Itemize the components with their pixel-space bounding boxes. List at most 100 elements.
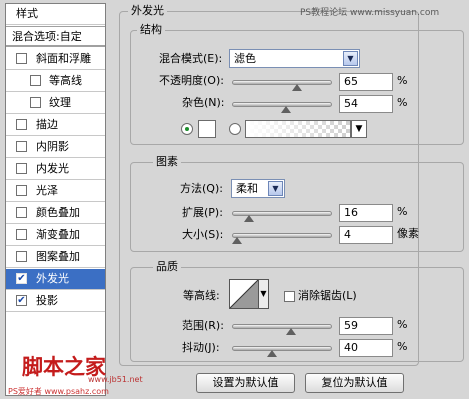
noise-slider-thumb[interactable]	[280, 106, 291, 113]
style-item-drop-shadow[interactable]: ✔ 投影	[6, 291, 105, 312]
noise-unit: %	[397, 96, 408, 109]
spread-slider-thumb[interactable]	[243, 215, 254, 222]
method-label: 方法(Q):	[180, 182, 223, 195]
style-item-label: 描边	[36, 118, 58, 131]
watermark-site: PS爱好者 www.psahz.com	[8, 387, 109, 396]
blend-options-label: 混合选项:自定	[12, 30, 82, 43]
gradient-swatch[interactable]	[245, 120, 351, 138]
gradient-radio[interactable]	[229, 123, 241, 135]
style-item-label: 渐变叠加	[36, 228, 80, 241]
size-unit: 像素	[397, 227, 419, 240]
style-item-label: 内发光	[36, 162, 69, 175]
quality-title: 品质	[153, 260, 181, 274]
style-item-inner-glow[interactable]: 内发光	[6, 159, 105, 180]
size-slider[interactable]	[231, 233, 332, 244]
checkbox-bevel-emboss[interactable]	[16, 53, 27, 64]
range-input[interactable]: 59	[339, 317, 393, 335]
blend-mode-select[interactable]: 滤色 ▼	[229, 49, 360, 68]
contour-dropdown-arrow-icon[interactable]: ▼	[259, 279, 269, 309]
noise-input[interactable]: 54	[339, 95, 393, 113]
checkbox-inner-shadow[interactable]	[16, 141, 27, 152]
blend-options-item[interactable]: 混合选项:自定	[6, 26, 105, 47]
opacity-unit: %	[397, 74, 408, 87]
spread-label: 扩展(P):	[182, 206, 223, 219]
jitter-input[interactable]: 40	[339, 339, 393, 357]
checkbox-pattern-overlay[interactable]	[16, 251, 27, 262]
style-item-contour[interactable]: 等高线	[6, 71, 105, 92]
technique-value: 柔和	[236, 182, 258, 195]
contour-preview[interactable]	[229, 279, 259, 309]
style-item-label: 光泽	[36, 184, 58, 197]
jitter-slider[interactable]	[232, 346, 332, 357]
range-label: 范围(R):	[182, 319, 224, 332]
style-item-label: 斜面和浮雕	[36, 52, 91, 65]
noise-slider[interactable]	[232, 102, 332, 113]
spread-unit: %	[397, 205, 408, 218]
style-item-gradient-overlay[interactable]: 渐变叠加	[6, 225, 105, 246]
opacity-slider-thumb[interactable]	[291, 84, 302, 91]
blend-mode-value: 滤色	[234, 52, 256, 65]
make-default-button[interactable]: 设置为默认值	[196, 373, 295, 393]
size-label: 大小(S):	[182, 228, 224, 241]
style-item-label: 内阴影	[36, 140, 69, 153]
chevron-down-icon: ▼	[268, 181, 283, 196]
range-slider-thumb[interactable]	[285, 328, 296, 335]
reset-default-button[interactable]: 复位为默认值	[305, 373, 404, 393]
opacity-input[interactable]: 65	[339, 73, 393, 91]
checkbox-stroke[interactable]	[16, 119, 27, 130]
jitter-label: 抖动(J):	[182, 341, 220, 354]
style-item-color-overlay[interactable]: 颜色叠加	[6, 203, 105, 224]
gradient-picker-arrow-icon[interactable]: ▼	[351, 120, 367, 138]
checkbox-color-overlay[interactable]	[16, 207, 27, 218]
checkbox-satin[interactable]	[16, 185, 27, 196]
style-item-outer-glow[interactable]: ✔ 外发光	[6, 269, 105, 290]
anti-aliased-checkbox[interactable]	[284, 291, 295, 302]
style-item-label: 等高线	[49, 74, 82, 87]
style-item-label: 投影	[36, 294, 58, 307]
blend-mode-label: 混合模式(E):	[159, 52, 223, 65]
linear-contour-icon	[229, 279, 259, 309]
checkbox-contour[interactable]	[30, 75, 41, 86]
jitter-unit: %	[397, 340, 408, 353]
style-item-satin[interactable]: 光泽	[6, 181, 105, 202]
style-item-label: 图案叠加	[36, 250, 80, 263]
radio-selected-dot	[185, 127, 189, 131]
range-unit: %	[397, 318, 408, 331]
style-item-bevel-emboss[interactable]: 斜面和浮雕	[6, 49, 105, 70]
spread-slider[interactable]	[232, 211, 332, 222]
checkbox-drop-shadow[interactable]: ✔	[16, 295, 27, 306]
glow-color-swatch[interactable]	[198, 120, 216, 138]
styles-panel: 样式 混合选项:自定 斜面和浮雕 等高线 纹理 描边 内阴影 内发光 光泽 颜色…	[5, 3, 106, 396]
technique-select[interactable]: 柔和 ▼	[231, 179, 285, 198]
style-item-label: 外发光	[36, 272, 69, 285]
checkbox-outer-glow[interactable]: ✔	[16, 273, 27, 284]
style-item-inner-shadow[interactable]: 内阴影	[6, 137, 105, 158]
range-slider[interactable]	[232, 324, 332, 335]
styles-header[interactable]: 样式	[6, 4, 105, 25]
watermark-url: www.jb51.net	[88, 375, 143, 384]
checkbox-gradient-overlay[interactable]	[16, 229, 27, 240]
spread-input[interactable]: 16	[339, 204, 393, 222]
anti-aliased-label: 消除锯齿(L)	[298, 289, 357, 302]
solid-color-radio[interactable]	[181, 123, 193, 135]
style-item-label: 颜色叠加	[36, 206, 80, 219]
style-item-pattern-overlay[interactable]: 图案叠加	[6, 247, 105, 268]
checkbox-inner-glow[interactable]	[16, 163, 27, 174]
checkbox-texture[interactable]	[30, 97, 41, 108]
contour-label: 等高线:	[183, 289, 220, 302]
size-input[interactable]: 4	[339, 226, 393, 244]
style-item-texture[interactable]: 纹理	[6, 93, 105, 114]
size-slider-thumb[interactable]	[231, 237, 242, 244]
elements-title: 图素	[153, 155, 181, 169]
noise-label: 杂色(N):	[182, 96, 225, 109]
styles-header-label: 样式	[16, 7, 38, 20]
jitter-slider-thumb[interactable]	[267, 350, 278, 357]
chevron-down-icon: ▼	[343, 51, 358, 66]
style-item-label: 纹理	[49, 96, 71, 109]
watermark-top: PS教程论坛 www.missyuan.com	[300, 8, 440, 18]
style-item-stroke[interactable]: 描边	[6, 115, 105, 136]
opacity-slider[interactable]	[232, 80, 332, 91]
structure-title: 结构	[137, 23, 165, 37]
opacity-label: 不透明度(O):	[159, 74, 224, 87]
outer-glow-title: 外发光	[128, 4, 167, 18]
